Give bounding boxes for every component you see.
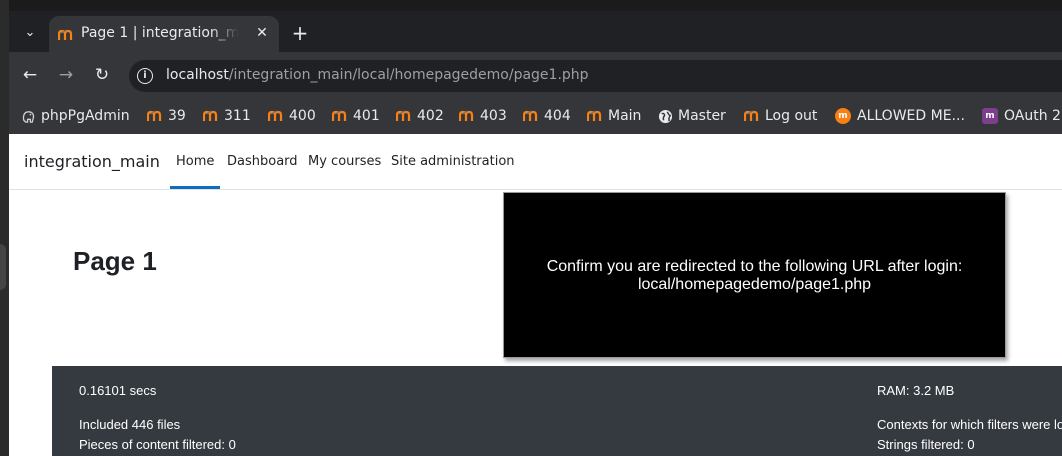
performance-footer: 0.16101 secs RAM: 3.2 MB Included 446 fi… [52,366,1062,456]
moodle-icon [523,110,538,121]
globe-icon [658,109,673,123]
moodle-icon [147,110,162,121]
elephant-icon [22,110,35,123]
forward-arrow-icon[interactable]: → [55,64,77,86]
bookmarks-bar: phpPgAdmin 39 311 400 401 402 403 404 Ma… [9,98,1062,134]
reload-icon[interactable]: ↻ [91,64,113,86]
tab-title: Page 1 | integration_main [81,25,239,41]
site-name[interactable]: integration_main [24,152,160,171]
browser-chrome: ⌄ Page 1 | integration_main ✕ + ← → ↻ i … [9,0,1062,134]
new-tab-plus-icon[interactable]: + [289,22,311,44]
footer-time: 0.16101 secs [79,383,157,398]
notice-url: local/homepagedemo/page1.php [637,276,872,293]
site-info-icon[interactable]: i [137,68,153,84]
moodle-icon [459,110,474,121]
bookmark-phppgadmin[interactable]: phpPgAdmin [21,106,130,126]
close-icon[interactable]: ✕ [253,24,271,42]
moodle-icon [268,110,283,121]
nav-active-indicator [170,186,220,189]
bookmark-401[interactable]: 401 [332,106,380,126]
title-bar [9,0,1062,11]
page-content: integration_main Home Dashboard My cours… [9,134,1062,456]
moodle-icon [57,26,74,45]
bookmark-400[interactable]: 400 [268,106,316,126]
browser-tab[interactable]: Page 1 | integration_main ✕ [49,16,279,52]
bookmark-oauth-2[interactable]: m OAuth 2 [982,106,1061,126]
footer-contexts: Contexts for which filters were loaded: … [877,417,1062,432]
footer-included-files: Included 446 files [79,417,181,432]
footer-pieces-filtered: Pieces of content filtered: 0 [79,437,236,452]
bookmark-402[interactable]: 402 [396,106,444,126]
footer-strings-filtered: Strings filtered: 0 [877,437,975,452]
bookmark-allowed-me[interactable]: m ALLOWED ME... [835,106,965,126]
moodle-icon [587,110,602,121]
address-url: localhost/integration_main/local/homepag… [166,67,589,83]
site-navbar: integration_main Home Dashboard My cours… [9,134,1062,190]
browser-toolbar: ← → ↻ i localhost/integration_main/local… [9,52,1062,98]
moodle-icon [744,110,759,121]
desktop-handle [0,244,6,290]
bookmark-404[interactable]: 404 [523,106,571,126]
redirect-notice: Confirm you are redirected to the follow… [503,192,1006,358]
tab-search-chevron-icon[interactable]: ⌄ [19,22,41,44]
moodle-icon [203,110,218,121]
moodle-icon [396,110,411,121]
notice-message: Confirm you are redirected to the follow… [546,258,963,275]
desktop-edge [0,0,9,456]
footer-ram: RAM: 3.2 MB [877,383,955,398]
bookmark-403[interactable]: 403 [459,106,507,126]
bookmark-39[interactable]: 39 [147,106,186,126]
bookmark-master[interactable]: Master [658,106,726,126]
nav-home[interactable]: Home [176,154,214,169]
moodle-orange-circle-icon: m [835,108,851,124]
page-title: Page 1 [73,246,157,276]
nav-dashboard[interactable]: Dashboard [227,154,298,169]
address-bar[interactable]: i localhost/integration_main/local/homep… [129,60,1062,92]
back-arrow-icon[interactable]: ← [19,64,41,86]
nav-site-administration[interactable]: Site administration [391,154,515,169]
nav-my-courses[interactable]: My courses [308,154,381,169]
moodle-purple-icon: m [982,108,998,124]
moodle-icon [332,110,347,121]
bookmark-311[interactable]: 311 [203,106,251,126]
bookmark-log-out[interactable]: Log out [744,106,817,126]
bookmark-main[interactable]: Main [587,106,641,126]
